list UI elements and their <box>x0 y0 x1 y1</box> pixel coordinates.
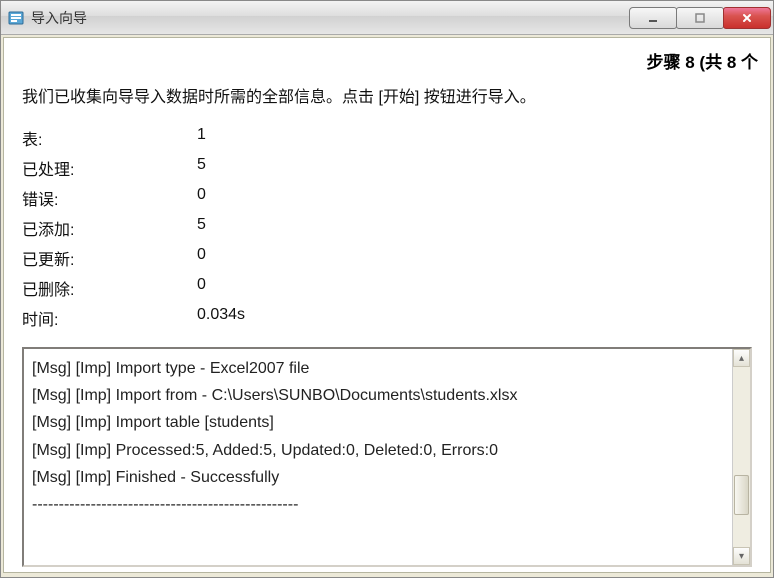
stat-value: 0 <box>197 276 752 300</box>
stat-value: 1 <box>197 126 752 150</box>
stat-label: 已删除: <box>22 276 197 300</box>
stat-value: 0.034s <box>197 306 752 330</box>
app-icon <box>7 9 25 27</box>
scroll-down-arrow-icon[interactable]: ▾ <box>733 547 750 565</box>
scroll-up-arrow-icon[interactable]: ▴ <box>733 349 750 367</box>
maximize-button[interactable] <box>676 7 724 29</box>
minimize-button[interactable] <box>629 7 677 29</box>
window-controls <box>630 7 771 29</box>
step-indicator: 步骤 8 (共 8 个 <box>4 38 770 73</box>
window-titlebar: 导入向导 <box>1 1 773 35</box>
stat-row-errors: 错误: 0 <box>22 183 752 213</box>
stat-value: 5 <box>197 156 752 180</box>
stat-row-deleted: 已删除: 0 <box>22 273 752 303</box>
stat-row-updated: 已更新: 0 <box>22 243 752 273</box>
stat-row-time: 时间: 0.034s <box>22 303 752 333</box>
stats-table: 表: 1 已处理: 5 错误: 0 已添加: 5 已更新: 0 已删除: 0 时… <box>4 123 770 343</box>
scroll-track[interactable] <box>733 367 750 547</box>
stat-value: 0 <box>197 186 752 210</box>
stat-label: 错误: <box>22 186 197 210</box>
stat-row-tables: 表: 1 <box>22 123 752 153</box>
log-panel: [Msg] [Imp] Import type - Excel2007 file… <box>22 347 752 567</box>
vertical-scrollbar[interactable]: ▴ ▾ <box>732 349 750 565</box>
stat-value: 5 <box>197 216 752 240</box>
stat-label: 时间: <box>22 306 197 330</box>
stat-label: 已添加: <box>22 216 197 240</box>
stat-label: 已更新: <box>22 246 197 270</box>
stat-row-added: 已添加: 5 <box>22 213 752 243</box>
log-textarea[interactable]: [Msg] [Imp] Import type - Excel2007 file… <box>24 349 732 565</box>
stat-label: 已处理: <box>22 156 197 180</box>
intro-text: 我们已收集向导导入数据时所需的全部信息。点击 [开始] 按钮进行导入。 <box>4 73 770 123</box>
stat-row-processed: 已处理: 5 <box>22 153 752 183</box>
content-area: 步骤 8 (共 8 个 我们已收集向导导入数据时所需的全部信息。点击 [开始] … <box>3 37 771 573</box>
close-button[interactable] <box>723 7 771 29</box>
stat-label: 表: <box>22 126 197 150</box>
stat-value: 0 <box>197 246 752 270</box>
scroll-thumb[interactable] <box>734 475 749 515</box>
window-title: 导入向导 <box>31 8 630 28</box>
